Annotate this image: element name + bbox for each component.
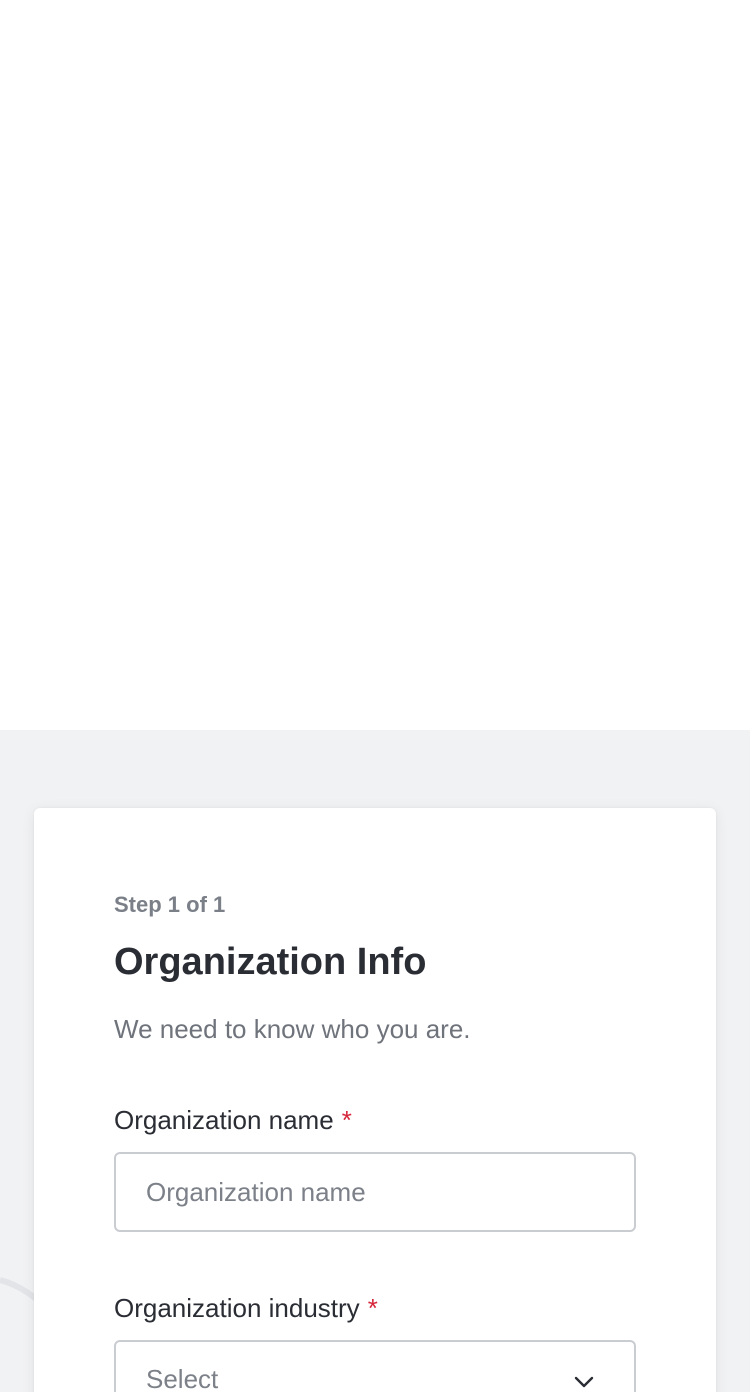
page-background: Step 1 of 1 Organization Info We need to… xyxy=(0,730,750,1392)
organization-name-label: Organization name * xyxy=(114,1103,352,1137)
organization-name-label-text: Organization name xyxy=(114,1105,334,1135)
form-title: Organization Info xyxy=(114,941,427,983)
form-subtitle: We need to know who you are. xyxy=(114,1014,471,1044)
industry-select-value: Select xyxy=(146,1364,219,1392)
organization-industry-select[interactable]: Select xyxy=(114,1340,636,1392)
organization-name-input[interactable] xyxy=(114,1152,636,1232)
required-marker: * xyxy=(341,1105,352,1135)
required-marker: * xyxy=(367,1293,378,1323)
chevron-down-icon xyxy=(574,1376,594,1388)
top-blank-area xyxy=(0,0,750,730)
step-indicator: Step 1 of 1 xyxy=(114,892,226,917)
organization-industry-label-text: Organization industry xyxy=(114,1293,360,1323)
organization-industry-label: Organization industry * xyxy=(114,1291,378,1325)
organization-form-card: Step 1 of 1 Organization Info We need to… xyxy=(34,808,716,1392)
